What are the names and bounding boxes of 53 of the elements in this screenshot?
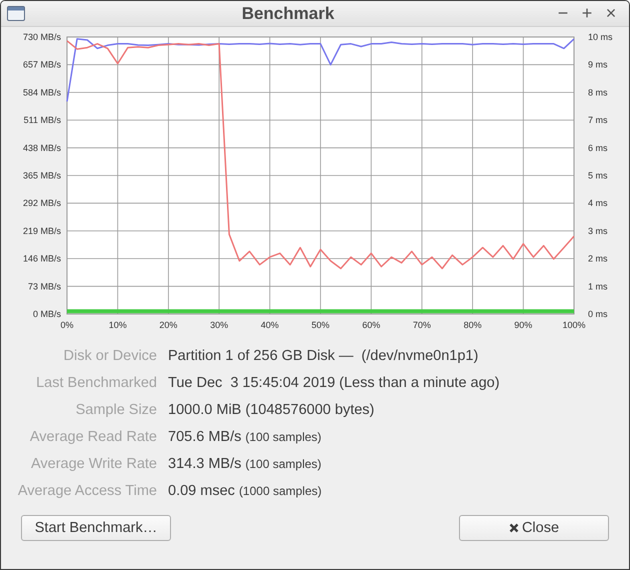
axis-label: 1 ms [588, 281, 608, 292]
field-value: Tue Dec 3 15:45:04 2019 (Less than a minute ago) [168, 374, 501, 393]
axis-label: 584 MB/s [22, 87, 61, 98]
axis-label: 6 ms [588, 142, 608, 153]
axis-label: 60% [362, 320, 380, 330]
start-benchmark-button[interactable]: Start Benchmark… [21, 515, 171, 541]
axis-label: 73 MB/s [28, 281, 61, 292]
close-icon [508, 523, 519, 533]
axis-label: 2 ms [588, 254, 608, 264]
axis-label: 40% [260, 320, 279, 330]
axis-label: 8 ms [588, 87, 608, 98]
axis-label: 730 MB/s [22, 32, 61, 42]
axis-label: 511 MB/s [24, 115, 61, 126]
field-label: Average Access Time [16, 482, 157, 501]
axis-label: 365 MB/s [22, 170, 61, 180]
window-title: Benchmark [240, 4, 336, 24]
maximize-button[interactable]: + [575, 3, 599, 24]
field-value: 0.09 msec (1000 samples) [168, 482, 323, 501]
close-button[interactable]: Close [459, 515, 609, 541]
axis-label: 20% [159, 320, 178, 330]
axis-label: 146 MB/s [22, 254, 61, 264]
axis-label: 30% [210, 320, 228, 330]
field-label: Average Write Rate [30, 455, 157, 474]
axis-label: 3 ms [588, 226, 608, 236]
field-label: Disk or Device [62, 347, 157, 366]
axis-label: 90% [514, 320, 532, 330]
axis-label: 70% [412, 320, 431, 330]
axis-label: 50% [312, 320, 330, 330]
field-value: 705.6 MB/s (100 samples) [168, 428, 322, 447]
axis-label: 657 MB/s [22, 60, 61, 70]
axis-label: 4 ms [588, 198, 608, 208]
axis-label: 100% [562, 320, 586, 330]
axis-label: 438 MB/s [22, 142, 61, 153]
axis-label: 7 ms [588, 115, 608, 126]
axis-label: 9 ms [588, 60, 608, 70]
field-value: 1000.0 MiB (1048576000 bytes) [168, 401, 376, 420]
field-value: Partition 1 of 256 GB Disk — (/dev/nvme0n1p1) [168, 347, 480, 366]
axis-label: 0 MB/s [32, 309, 61, 319]
axis-label: 0% [60, 320, 74, 330]
field-label: Sample Size [74, 401, 157, 420]
axis-label: 219 MB/s [22, 226, 61, 236]
minimize-button[interactable]: − [551, 3, 575, 24]
axis-label: 80% [464, 320, 482, 330]
axis-label: 292 MB/s [22, 198, 61, 208]
close-button[interactable]: × [599, 3, 623, 24]
field-value: 314.3 MB/s (100 samples) [168, 455, 322, 474]
axis-label: 0 ms [588, 309, 608, 319]
field-label: Average Read Rate [28, 428, 157, 447]
axis-label: 10% [108, 320, 127, 330]
field-label: Last Benchmarked [35, 374, 157, 393]
axis-label: 10 ms [588, 32, 613, 42]
axis-label: 5 ms [588, 170, 608, 180]
window-icon [7, 6, 25, 21]
